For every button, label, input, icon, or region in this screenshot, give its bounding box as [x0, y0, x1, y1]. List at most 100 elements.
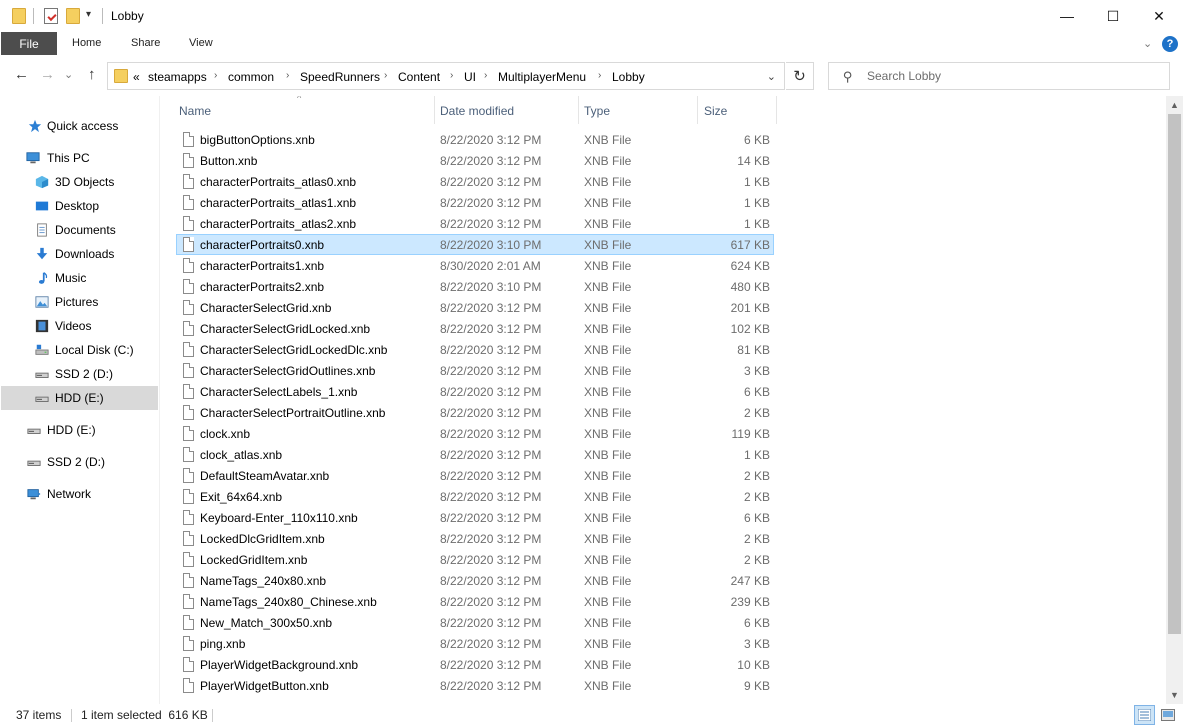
- file-icon: [183, 363, 194, 378]
- recent-locations-chevron-icon[interactable]: ⌄: [64, 68, 73, 81]
- scroll-down-arrow-icon[interactable]: ▼: [1170, 690, 1179, 700]
- table-row[interactable]: NameTags_240x80_Chinese.xnb 8/22/2020 3:1…: [176, 591, 774, 612]
- column-header-date-modified[interactable]: Date modified: [440, 104, 514, 118]
- sidebar-item-hdd-e[interactable]: HDD (E:): [1, 386, 158, 410]
- column-header-size[interactable]: Size: [704, 104, 727, 118]
- breadcrumb-separator-icon[interactable]: ›: [214, 70, 217, 81]
- table-row[interactable]: New_Match_300x50.xnb 8/22/2020 3:12 PM XNB…: [176, 612, 774, 633]
- table-row[interactable]: characterPortraits_atlas0.xnb 8/22/2020 3…: [176, 171, 774, 192]
- file-icon: [183, 384, 194, 399]
- table-row[interactable]: CharacterSelectLabels_1.xnb 8/22/2020 3:1…: [176, 381, 774, 402]
- breadcrumb-separator-icon[interactable]: ›: [286, 70, 289, 81]
- table-row[interactable]: characterPortraits2.xnb 8/22/2020 3:10 PM…: [176, 276, 774, 297]
- new-folder-icon[interactable]: [66, 8, 80, 24]
- table-row[interactable]: CharacterSelectPortraitOutline.xnb 8/22/2…: [176, 402, 774, 423]
- table-row[interactable]: ping.xnb 8/22/2020 3:12 PM XNB File 3 KB: [176, 633, 774, 654]
- back-arrow-icon[interactable]: ←: [14, 66, 29, 83]
- sidebar-item-ssd2-d[interactable]: SSD 2 (D:): [1, 362, 158, 386]
- table-row[interactable]: CharacterSelectGrid.xnb 8/22/2020 3:12 PM…: [176, 297, 774, 318]
- search-input[interactable]: [867, 63, 1157, 89]
- table-row[interactable]: LockedDlcGridItem.xnb 8/22/2020 3:12 PM XN…: [176, 528, 774, 549]
- forward-arrow-icon[interactable]: →: [40, 66, 55, 83]
- table-row[interactable]: CharacterSelectGridLocked.xnb 8/22/2020 3…: [176, 318, 774, 339]
- table-row[interactable]: Exit_64x64.xnb 8/22/2020 3:12 PM XNB File 2…: [176, 486, 774, 507]
- qat-customize-chevron-icon[interactable]: ▾: [86, 9, 91, 20]
- table-row[interactable]: PlayerWidgetBackground.xnb 8/22/2020 3:12…: [176, 654, 774, 675]
- column-header-type[interactable]: Type: [584, 104, 610, 118]
- file-size: 1 KB: [743, 448, 770, 462]
- table-row[interactable]: characterPortraits1.xnb 8/30/2020 2:01 AM…: [176, 255, 774, 276]
- status-separator: [212, 709, 213, 722]
- sidebar-item-hdd-e-root[interactable]: HDD (E:): [1, 418, 158, 442]
- table-row[interactable]: Keyboard-Enter_110x110.xnb 8/22/2020 3:12…: [176, 507, 774, 528]
- breadcrumb-content[interactable]: Content: [398, 70, 440, 84]
- sidebar-item-documents[interactable]: Documents: [1, 218, 158, 242]
- tab-view[interactable]: View: [189, 37, 213, 49]
- table-row[interactable]: Button.xnb 8/22/2020 3:12 PM XNB File 14 KB: [176, 150, 774, 171]
- sidebar-item-quick-access[interactable]: Quick access: [1, 114, 158, 138]
- breadcrumb-separator-icon[interactable]: ›: [450, 70, 453, 81]
- breadcrumb-separator-icon[interactable]: ›: [484, 70, 487, 81]
- table-row[interactable]: clock.xnb 8/22/2020 3:12 PM XNB File 119 KB: [176, 423, 774, 444]
- column-header-name[interactable]: Name: [179, 104, 211, 118]
- sidebar-item-music[interactable]: Music: [1, 266, 158, 290]
- up-arrow-icon[interactable]: ↑: [88, 66, 96, 83]
- column-divider[interactable]: [776, 96, 777, 124]
- refresh-button[interactable]: ↻: [786, 62, 814, 90]
- file-type: XNB File: [584, 469, 632, 483]
- table-row[interactable]: PlayerWidgetButton.xnb 8/22/2020 3:12 PM X…: [176, 675, 774, 696]
- search-box[interactable]: ⚲: [828, 62, 1170, 90]
- sidebar-item-videos[interactable]: Videos: [1, 314, 158, 338]
- file-size: 3 KB: [743, 364, 770, 378]
- table-row[interactable]: NameTags_240x80.xnb 8/22/2020 3:12 PM XNB …: [176, 570, 774, 591]
- tab-share[interactable]: Share: [131, 37, 160, 49]
- sidebar-item-desktop[interactable]: Desktop: [1, 194, 158, 218]
- expand-ribbon-chevron-icon[interactable]: ⌄: [1143, 37, 1152, 50]
- breadcrumb-lobby[interactable]: Lobby: [612, 70, 645, 84]
- breadcrumb-overflow[interactable]: «: [133, 70, 140, 84]
- table-row[interactable]: DefaultSteamAvatar.xnb 8/22/2020 3:12 PM X…: [176, 465, 774, 486]
- breadcrumb-speedrunners[interactable]: SpeedRunners: [300, 70, 380, 84]
- column-divider[interactable]: [697, 96, 698, 124]
- table-row[interactable]: LockedGridItem.xnb 8/22/2020 3:12 PM XNB F…: [176, 549, 774, 570]
- sidebar-item-pictures[interactable]: Pictures: [1, 290, 158, 314]
- properties-icon[interactable]: [44, 8, 58, 24]
- breadcrumb-separator-icon[interactable]: ›: [384, 70, 387, 81]
- sidebar-item-downloads[interactable]: Downloads: [1, 242, 158, 266]
- file-type: XNB File: [584, 406, 632, 420]
- table-row[interactable]: characterPortraits0.xnb 8/22/2020 3:10 PM…: [176, 234, 774, 255]
- breadcrumb-ui[interactable]: UI: [464, 70, 476, 84]
- table-row[interactable]: characterPortraits_atlas1.xnb 8/22/2020 3…: [176, 192, 774, 213]
- address-history-chevron-icon[interactable]: ⌄: [767, 70, 776, 83]
- breadcrumb-steamapps[interactable]: steamapps: [148, 70, 207, 84]
- minimize-button[interactable]: —: [1044, 0, 1090, 32]
- large-icons-view-button[interactable]: [1157, 705, 1178, 725]
- close-button[interactable]: ✕: [1136, 0, 1182, 32]
- tab-home[interactable]: Home: [72, 37, 101, 49]
- sidebar-item-local-disk-c[interactable]: Local Disk (C:): [1, 338, 158, 362]
- details-view-button[interactable]: [1134, 705, 1155, 725]
- column-divider[interactable]: [434, 96, 435, 124]
- table-row[interactable]: clock_atlas.xnb 8/22/2020 3:12 PM XNB File…: [176, 444, 774, 465]
- table-row[interactable]: bigButtonOptions.xnb 8/22/2020 3:12 PM XNB…: [176, 129, 774, 150]
- vertical-scrollbar[interactable]: ▲ ▼: [1166, 96, 1183, 704]
- sidebar-item-this-pc[interactable]: This PC: [1, 146, 158, 170]
- file-size: 119 KB: [731, 427, 770, 441]
- breadcrumb-separator-icon[interactable]: ›: [598, 70, 601, 81]
- table-row[interactable]: CharacterSelectGridLockedDlc.xnb 8/22/202…: [176, 339, 774, 360]
- maximize-button[interactable]: ☐: [1090, 0, 1136, 32]
- sidebar-item-3d-objects[interactable]: 3D Objects: [1, 170, 158, 194]
- breadcrumb-common[interactable]: common: [228, 70, 274, 84]
- sidebar-item-network[interactable]: Network: [1, 482, 158, 506]
- scroll-thumb[interactable]: [1168, 114, 1181, 634]
- file-size: 81 KB: [737, 343, 770, 357]
- help-icon[interactable]: ?: [1162, 36, 1178, 52]
- table-row[interactable]: CharacterSelectGridOutlines.xnb 8/22/2020…: [176, 360, 774, 381]
- sidebar-item-ssd2-d-root[interactable]: SSD 2 (D:): [1, 450, 158, 474]
- scroll-up-arrow-icon[interactable]: ▲: [1170, 100, 1179, 110]
- table-row[interactable]: characterPortraits_atlas2.xnb 8/22/2020 3…: [176, 213, 774, 234]
- column-divider[interactable]: [578, 96, 579, 124]
- address-bar[interactable]: « steamapps › common › SpeedRunners › Co…: [107, 62, 785, 90]
- tab-file[interactable]: File: [1, 32, 57, 55]
- breadcrumb-multiplayermenu[interactable]: MultiplayerMenu: [498, 70, 586, 84]
